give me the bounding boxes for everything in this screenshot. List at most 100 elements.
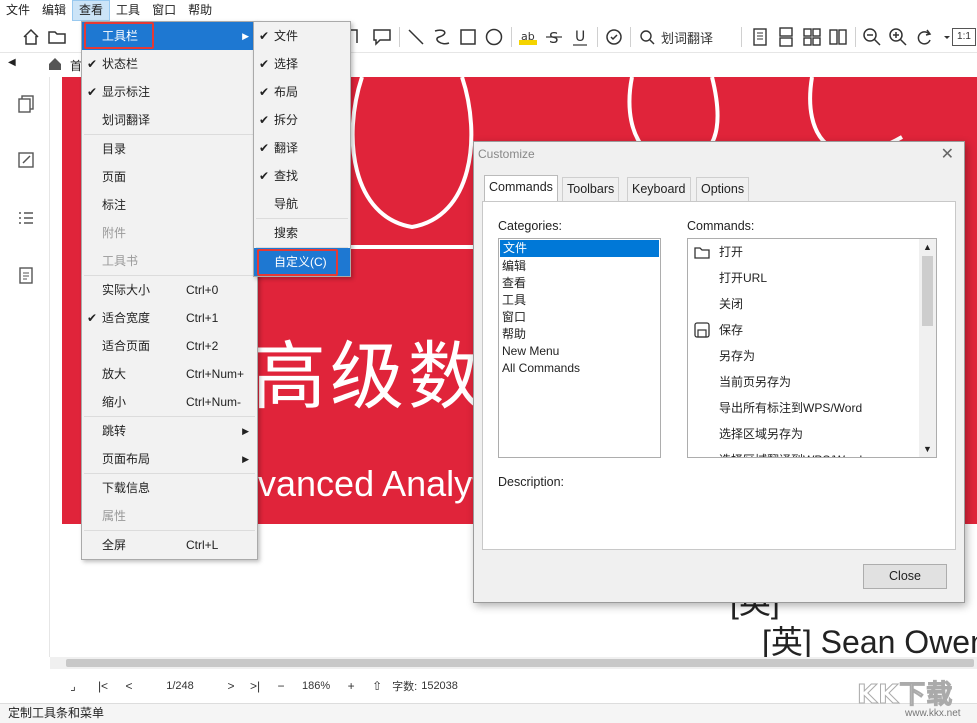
last-page-icon[interactable]: >| [244,679,266,693]
menu-window[interactable]: 窗口 [146,0,182,21]
prev-page-icon[interactable]: < [118,679,140,693]
outline-icon[interactable] [15,207,37,229]
view_menu-item[interactable]: ✔显示标注 [82,78,257,106]
view_menu-item[interactable]: 适合页面Ctrl+2 [82,332,257,360]
tab-options[interactable]: Options [696,177,749,201]
rectangle-icon[interactable] [457,26,479,48]
view_menu-item[interactable]: 下载信息 [82,474,257,502]
category-item[interactable]: 文件 [500,240,659,257]
command-item[interactable]: 另存为 [688,343,936,369]
toolbar_submenu-item[interactable]: ✔查找 [254,162,350,190]
close-button[interactable]: Close [863,564,947,589]
view_menu-item[interactable]: 实际大小Ctrl+0 [82,276,257,304]
tab-commands[interactable]: Commands [484,175,558,202]
category-item[interactable]: 编辑 [499,258,660,275]
view_menu-item[interactable]: 页面布局▶ [82,445,257,473]
pages-icon[interactable] [15,93,37,115]
menu-edit[interactable]: 编辑 [36,0,72,21]
freehand-icon[interactable] [431,26,453,48]
command-item[interactable]: 选择区域翻译到WPS/Word [688,447,936,458]
translate-icon[interactable] [636,26,658,48]
commands-scrollbar[interactable]: ▲ ▼ [919,239,936,457]
category-item[interactable]: All Commands [499,360,660,377]
toolbar_submenu-item[interactable]: ✔布局 [254,78,350,106]
chevron-down-icon[interactable] [936,26,948,48]
navigation-bar: ⌟ |< < 1/248 > >| − 186% + ⇧ 字数: 152038 [50,672,977,700]
underline-icon[interactable]: U [569,26,591,48]
menu-file[interactable]: 文件 [0,0,36,21]
strikethrough-icon[interactable]: S [543,26,565,48]
category-item[interactable]: 工具 [499,292,660,309]
zoom-plus-icon[interactable]: + [340,679,362,693]
translate-label[interactable]: 划词翻译 [661,28,713,47]
command-item[interactable]: 保存 [688,317,936,343]
line-icon[interactable] [405,26,427,48]
close-icon[interactable]: ✕ [941,144,954,164]
toolbar_submenu-item[interactable]: 搜索 [254,219,350,247]
zoom-level[interactable]: 186% [302,680,330,692]
toolbar_submenu-item[interactable]: ✔文件 [254,22,350,50]
zoom-out-icon[interactable] [861,26,883,48]
view_menu-item[interactable]: 跳转▶ [82,417,257,445]
home-icon[interactable] [20,26,42,48]
menu-view[interactable]: 查看 [72,0,110,21]
view_menu-item[interactable]: ✔状态栏 [82,50,257,78]
comment-icon[interactable] [371,26,393,48]
command-item[interactable]: 打开 [688,239,936,265]
categories-list[interactable]: 文件编辑查看工具窗口帮助New MenuAll Commands [498,238,661,458]
horizontal-scrollbar[interactable] [50,657,977,669]
category-item[interactable]: 查看 [499,275,660,292]
view_menu-item[interactable]: 目录 [82,135,257,163]
fit-corner-icon[interactable]: ⌟ [62,679,84,693]
pan-icon[interactable]: ⇧ [366,679,388,693]
page-indicator[interactable]: 1/248 [160,680,200,692]
view_menu-item-label: 状态栏 [102,57,138,71]
annotation-edit-icon[interactable] [15,149,37,171]
view_menu-item[interactable]: 全屏Ctrl+L [82,531,257,559]
first-page-icon[interactable]: |< [92,679,114,693]
single-page-icon[interactable] [749,26,771,48]
highlight-text-icon[interactable]: ab [517,26,539,48]
menu-help[interactable]: 帮助 [182,0,218,21]
category-item[interactable]: New Menu [499,343,660,360]
view_menu-item[interactable]: 标注 [82,191,257,219]
view_menu-item[interactable]: 放大Ctrl+Num+ [82,360,257,388]
view_menu-item[interactable]: 页面 [82,163,257,191]
menu-tools[interactable]: 工具 [110,0,146,21]
rotate-icon[interactable] [913,26,935,48]
toolbar_submenu-item[interactable]: ✔翻译 [254,134,350,162]
scroll-up-icon[interactable]: ▲ [923,242,932,252]
category-item[interactable]: 窗口 [499,309,660,326]
scrollbar-thumb[interactable] [66,659,974,667]
two-page-icon[interactable] [827,26,849,48]
clipboard-icon[interactable] [15,264,37,286]
category-item[interactable]: 帮助 [499,326,660,343]
view_menu-item[interactable]: ✔适合宽度Ctrl+1 [82,304,257,332]
stamp-icon[interactable] [603,26,625,48]
command-item[interactable]: 当前页另存为 [688,369,936,395]
command-item[interactable]: 选择区域另存为 [688,421,936,447]
toolbar_submenu-item[interactable]: ✔拆分 [254,106,350,134]
scroll-down-icon[interactable]: ▼ [923,444,932,454]
tab-keyboard[interactable]: Keyboard [627,177,691,201]
ellipse-icon[interactable] [483,26,505,48]
scrollbar-thumb[interactable] [922,256,933,326]
view_menu-item[interactable]: 缩小Ctrl+Num- [82,388,257,416]
commands-list[interactable]: 打开打开URL关闭保存另存为当前页另存为导出所有标注到WPS/Word选择区域另… [687,238,937,458]
next-page-icon[interactable]: > [220,679,242,693]
continuous-page-icon[interactable] [775,26,797,48]
command-item[interactable]: 关闭 [688,291,936,317]
view_menu-item[interactable]: 划词翻译 [82,106,257,134]
actual-size-button[interactable]: 1:1 [952,28,976,46]
open-folder-icon[interactable] [46,26,68,48]
tab-toolbars[interactable]: Toolbars [562,177,619,201]
toolbar_submenu-item[interactable]: 导航 [254,190,350,218]
command-item[interactable]: 导出所有标注到WPS/Word [688,395,936,421]
chevron-left-icon[interactable]: ◀ [8,57,16,68]
home-tab-icon[interactable] [47,56,63,72]
zoom-minus-icon[interactable]: − [270,679,292,693]
grid-page-icon[interactable] [801,26,823,48]
toolbar_submenu-item[interactable]: ✔选择 [254,50,350,78]
zoom-in-icon[interactable] [887,26,909,48]
command-item[interactable]: 打开URL [688,265,936,291]
